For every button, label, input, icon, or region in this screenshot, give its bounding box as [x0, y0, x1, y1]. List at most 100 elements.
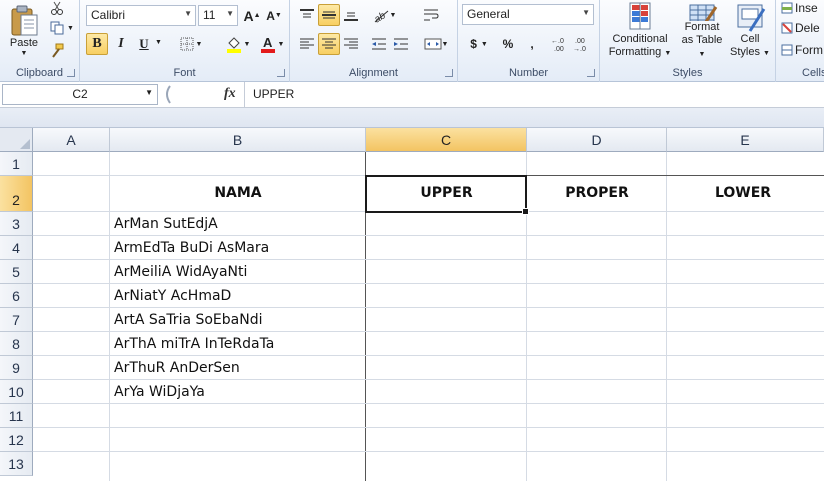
row-header-1[interactable]: 1 — [0, 152, 33, 176]
merge-center-button[interactable]: ▼ — [420, 33, 452, 55]
cell-b9[interactable]: ArThuR AnDerSen — [114, 360, 240, 376]
number-format-select[interactable]: General ▼ — [462, 4, 594, 25]
underline-button[interactable]: U — [134, 33, 154, 55]
shrink-font-button[interactable]: A ▼ — [264, 5, 284, 26]
chevron-down-icon: ▼ — [184, 9, 192, 18]
font-launcher-icon[interactable] — [277, 69, 285, 77]
grow-font-button[interactable]: A ▲ — [242, 5, 262, 26]
styles-group: Conditional Formatting ▼ Format as Table… — [600, 0, 776, 82]
copy-button[interactable]: ▼ — [48, 20, 76, 36]
svg-text:.00: .00 — [554, 46, 564, 52]
styles-group-label: Styles — [672, 67, 703, 79]
format-as-table-button[interactable]: Format as Table ▼ — [676, 0, 728, 62]
align-left-button[interactable] — [296, 33, 318, 55]
insert-function-button[interactable]: fx — [224, 86, 236, 102]
formula-input[interactable]: UPPER — [244, 82, 824, 107]
cut-button[interactable] — [48, 0, 66, 16]
gridline — [33, 355, 824, 356]
increase-decimal-button[interactable]: ←.0.00 — [550, 33, 572, 55]
font-color-button[interactable]: A ▼ — [256, 33, 288, 55]
gridline — [33, 283, 824, 284]
active-cell-selection[interactable] — [365, 175, 529, 215]
comma-style-button[interactable]: , — [522, 33, 542, 55]
cell-b4[interactable]: ArmEdTa BuDi AsMara — [114, 240, 269, 256]
accounting-format-button[interactable]: $ ▼ — [464, 33, 494, 55]
row-header-9[interactable]: 9 — [0, 356, 33, 380]
row-header-11[interactable]: 11 — [0, 404, 33, 428]
number-group: General ▼ $ ▼ % , ←.0.00 .00 →.0 Number — [458, 0, 600, 82]
bold-button[interactable]: B — [86, 33, 108, 55]
align-center-icon — [322, 38, 336, 49]
decrease-decimal-button[interactable]: .00 →.0 — [572, 33, 594, 55]
formula-bar: C2 ▼ fx UPPER — [0, 82, 824, 108]
chevron-down-icon: ▼ — [441, 40, 449, 48]
worksheet-grid[interactable]: A B C D E 1 2 3 4 5 6 7 8 9 10 11 12 13 … — [0, 128, 824, 481]
row-header-3[interactable]: 3 — [0, 212, 33, 236]
conditional-formatting-label-1: Conditional — [612, 33, 668, 45]
decrease-indent-icon — [372, 38, 386, 50]
scissors-icon — [51, 1, 63, 15]
number-launcher-icon[interactable] — [587, 69, 595, 77]
cell-b5[interactable]: ArMeiliA WidAyaNti — [114, 264, 247, 280]
middle-align-button[interactable] — [318, 4, 340, 26]
cell-d2[interactable]: PROPER — [527, 185, 667, 201]
row-header-13[interactable]: 13 — [0, 452, 33, 476]
insert-button[interactable]: Inse — [780, 0, 824, 16]
font-name-select[interactable]: Calibri ▼ — [86, 5, 196, 26]
cell-b10[interactable]: ArYa WiDjaYa — [114, 384, 205, 400]
row-header-5[interactable]: 5 — [0, 260, 33, 284]
italic-button[interactable]: I — [111, 33, 131, 55]
column-header-b[interactable]: B — [110, 128, 366, 152]
align-center-button[interactable] — [318, 33, 340, 55]
row-header-8[interactable]: 8 — [0, 332, 33, 356]
conditional-formatting-button[interactable]: Conditional Formatting ▼ — [604, 0, 676, 62]
cell-b6[interactable]: ArNiatY AcHmaD — [114, 288, 231, 304]
alignment-launcher-icon[interactable] — [445, 69, 453, 77]
cell-b3[interactable]: ArMan SutEdjA — [114, 216, 218, 232]
chevron-down-icon: ▼ — [664, 50, 672, 57]
gridline — [33, 175, 366, 176]
column-header-e[interactable]: E — [667, 128, 824, 152]
conditional-formatting-icon — [629, 2, 651, 30]
percent-style-button[interactable]: % — [498, 33, 518, 55]
name-box[interactable]: C2 ▼ — [2, 84, 158, 105]
cell-e2[interactable]: LOWER — [667, 185, 819, 201]
format-label: Form — [795, 43, 823, 57]
fill-color-button[interactable]: ▼ — [222, 33, 254, 55]
borders-button[interactable]: ▼ — [176, 33, 206, 55]
paste-button[interactable]: Paste ▼ — [4, 2, 44, 60]
bottom-align-button[interactable] — [340, 4, 362, 26]
select-all-button[interactable] — [0, 128, 33, 152]
paste-dropdown-icon[interactable]: ▼ — [21, 50, 28, 57]
wrap-text-button[interactable] — [420, 4, 442, 26]
format-painter-button[interactable] — [48, 42, 66, 60]
format-cells-button[interactable]: Form — [780, 42, 824, 58]
cell-b7[interactable]: ArtA SaTria SoEbaNdi — [114, 312, 263, 328]
copy-dropdown-icon[interactable]: ▼ — [67, 25, 74, 32]
expand-handle-icon[interactable] — [160, 84, 176, 105]
chevron-down-icon[interactable]: ▼ — [145, 88, 153, 97]
gridline — [666, 152, 667, 481]
column-header-c[interactable]: C — [366, 128, 527, 152]
cell-styles-button[interactable]: Cell Styles ▼ — [728, 0, 772, 62]
cell-b2[interactable]: NAMA — [110, 185, 366, 201]
row-header-12[interactable]: 12 — [0, 428, 33, 452]
column-header-d[interactable]: D — [527, 128, 667, 152]
align-right-button[interactable] — [340, 33, 362, 55]
row-header-6[interactable]: 6 — [0, 284, 33, 308]
row-header-2[interactable]: 2 — [0, 176, 33, 212]
cell-b8[interactable]: ArThA miTrA InTeRdaTa — [114, 336, 274, 352]
row-header-4[interactable]: 4 — [0, 236, 33, 260]
decrease-indent-button[interactable] — [368, 33, 390, 55]
delete-button[interactable]: Dele — [780, 20, 824, 36]
column-header-a[interactable]: A — [33, 128, 110, 152]
top-align-button[interactable] — [296, 4, 318, 26]
underline-dropdown-icon[interactable]: ▼ — [155, 39, 162, 46]
row-header-7[interactable]: 7 — [0, 308, 33, 332]
clipboard-launcher-icon[interactable] — [67, 69, 75, 77]
increase-indent-button[interactable] — [390, 33, 412, 55]
gridline — [33, 331, 824, 332]
font-size-select[interactable]: 11 ▼ — [198, 5, 238, 26]
orientation-button[interactable]: ab ▼ — [368, 4, 400, 26]
row-header-10[interactable]: 10 — [0, 380, 33, 404]
